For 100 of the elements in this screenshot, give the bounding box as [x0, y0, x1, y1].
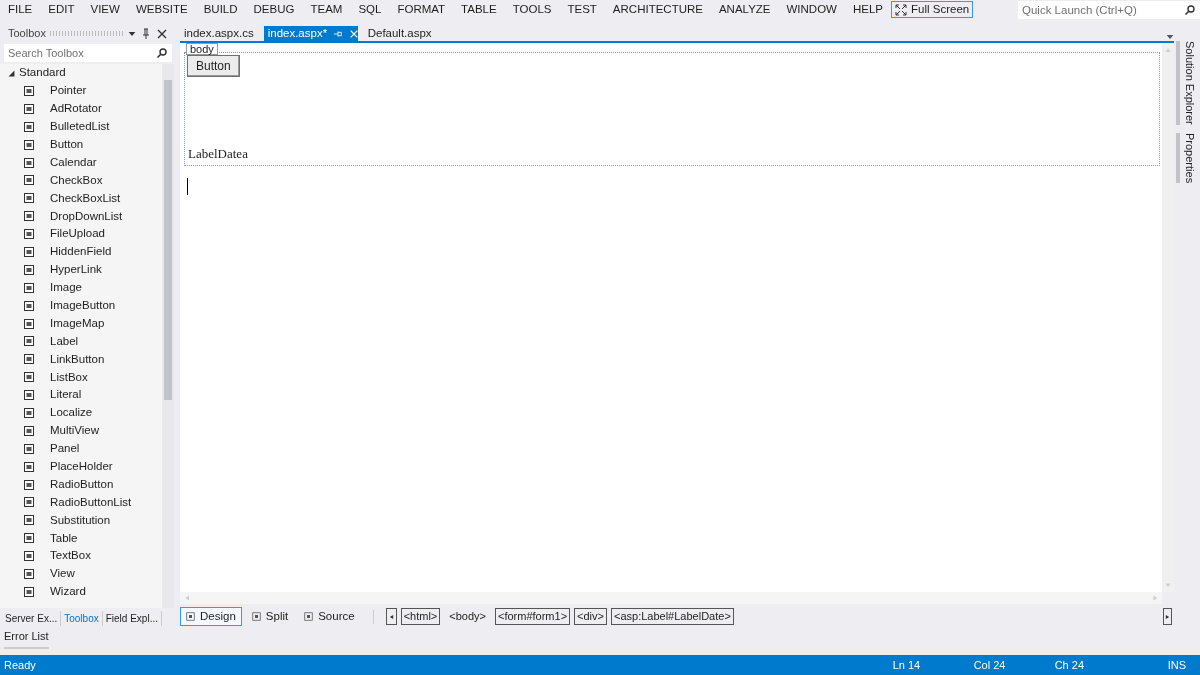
menu-item[interactable]: FORMAT [389, 0, 454, 19]
control-list-item[interactable]: DropDownList [0, 207, 162, 226]
control-icon [23, 335, 35, 348]
control-icon [23, 299, 35, 312]
scroll-right-button[interactable] [1163, 608, 1172, 625]
control-list-item[interactable]: FileUpload [0, 225, 162, 243]
line-number: Ln 14 [892, 657, 922, 673]
search-toolbox-field[interactable]: Search Toolbox [4, 44, 172, 62]
control-list-item[interactable]: BulletedList [0, 117, 162, 136]
control-list-item[interactable]: Localize [0, 404, 162, 422]
up-arrow-icon [1164, 47, 1172, 53]
column-number: Col 24 [973, 657, 1007, 673]
control-list-item[interactable]: CheckBoxList [0, 189, 162, 208]
pin-icon [140, 27, 152, 40]
scrollbar[interactable] [180, 592, 1162, 604]
quick-launch-field[interactable]: Quick Launch (Ctrl+Q) [1018, 0, 1200, 19]
control-list-item[interactable]: MultiView [0, 421, 162, 440]
document-tab[interactable]: index.aspx* [263, 26, 358, 41]
control-icon [23, 281, 35, 294]
tag-breadcrumb[interactable]: <div> [574, 608, 607, 625]
control-icon [23, 210, 35, 223]
control-list-item[interactable]: Image [0, 278, 162, 297]
window-tab[interactable]: Toolbox [61, 610, 103, 626]
tag-breadcrumb[interactable]: <asp:Label#LabelDate> [611, 608, 734, 625]
control-icon [23, 317, 35, 330]
menu-item[interactable]: WEBSITE [127, 0, 196, 19]
search-icon [1184, 3, 1196, 16]
error-list-tab[interactable]: Error List [4, 627, 49, 649]
control-list-item[interactable]: AdRotator [0, 99, 162, 118]
left-arrow-icon [184, 594, 190, 602]
page-button[interactable]: Button [187, 55, 240, 77]
control-list-item[interactable]: RadioButtonList [0, 493, 162, 512]
control-icon [23, 156, 35, 169]
control-list-item[interactable]: ListBox [0, 368, 162, 387]
control-list-item[interactable]: TextBox [0, 547, 162, 566]
right-arrow-icon [1152, 594, 1158, 602]
control-icon [23, 585, 35, 598]
control-icon [23, 371, 35, 384]
menu-item[interactable]: TEST [559, 0, 605, 19]
tag-breadcrumb[interactable]: <form#form1> [494, 608, 571, 625]
control-icon [23, 424, 35, 437]
control-icon [23, 514, 35, 527]
document-tab[interactable]: Default.aspx [363, 26, 436, 41]
side-tab[interactable]: Solution Explorer [1175, 41, 1199, 125]
control-list-item[interactable]: Pointer [0, 82, 162, 100]
full-screen-button[interactable]: Full Screen [891, 1, 974, 18]
status-text: Ready [4, 657, 36, 673]
control-list-item[interactable]: PlaceHolder [0, 457, 162, 476]
scroll-left-button[interactable] [385, 608, 397, 625]
scrollbar[interactable] [162, 64, 174, 608]
menu-item[interactable]: SQL [350, 0, 390, 19]
document-tab[interactable]: index.aspx.cs [180, 26, 258, 41]
menu-item[interactable]: FILE [0, 0, 41, 19]
view-tab[interactable]: Design [180, 607, 242, 626]
control-icon [23, 550, 35, 563]
control-icon [23, 263, 35, 276]
control-list-item[interactable]: Panel [0, 439, 162, 458]
control-list-item[interactable]: View [0, 565, 162, 583]
control-list-item[interactable]: LinkButton [0, 350, 162, 369]
menu-item[interactable]: ARCHITECTURE [604, 0, 711, 19]
view-tab[interactable]: Source [298, 607, 361, 626]
control-list-item[interactable]: Wizard [0, 582, 162, 601]
expanded-triangle-icon [8, 69, 15, 77]
insert-mode: INS [1167, 657, 1186, 673]
expand-icon [895, 3, 908, 16]
control-list-item[interactable]: Table [0, 529, 162, 548]
side-tab[interactable]: Properties [1175, 132, 1199, 183]
control-icon [23, 478, 35, 491]
group-header[interactable]: Standard [0, 64, 162, 82]
control-list-item[interactable]: CheckBox [0, 171, 162, 190]
window-tab[interactable]: Field Expl... [102, 610, 162, 626]
view-tab[interactable]: Split [245, 607, 295, 626]
menu-item[interactable]: HELP [845, 0, 892, 19]
control-list-item[interactable]: HiddenField [0, 243, 162, 261]
menu-item[interactable]: DEBUG [245, 0, 303, 19]
text-cursor [187, 178, 188, 195]
close-icon [349, 28, 360, 39]
control-list-item[interactable]: Calendar [0, 153, 162, 172]
menu-item[interactable]: TOOLS [504, 0, 560, 19]
body-tag-label: body [186, 43, 218, 55]
down-arrow-icon [1164, 582, 1172, 588]
control-list-item[interactable]: ImageMap [0, 314, 162, 333]
control-list-item[interactable]: Substitution [0, 511, 162, 530]
tag-breadcrumb[interactable]: <body> [446, 608, 489, 625]
control-list-item[interactable]: Literal [0, 386, 162, 405]
control-list-item[interactable]: Label [0, 332, 162, 351]
control-list-item[interactable]: HyperLink [0, 260, 162, 279]
menu-item[interactable]: BUILD [195, 0, 246, 19]
menu-item[interactable]: TABLE [453, 0, 505, 19]
menu-item[interactable]: TEAM [302, 0, 351, 19]
menu-item[interactable]: WINDOW [778, 0, 845, 19]
menu-item[interactable]: EDIT [40, 0, 83, 19]
window-tab[interactable]: Server Ex... [2, 610, 62, 626]
tag-breadcrumb[interactable]: <html> [400, 608, 441, 625]
control-list-item[interactable]: RadioButton [0, 475, 162, 494]
menu-item[interactable]: ANALYZE [710, 0, 779, 19]
menu-item[interactable]: VIEW [82, 0, 128, 19]
control-icon [23, 496, 35, 509]
control-list-item[interactable]: Button [0, 135, 162, 154]
control-list-item[interactable]: ImageButton [0, 296, 162, 315]
